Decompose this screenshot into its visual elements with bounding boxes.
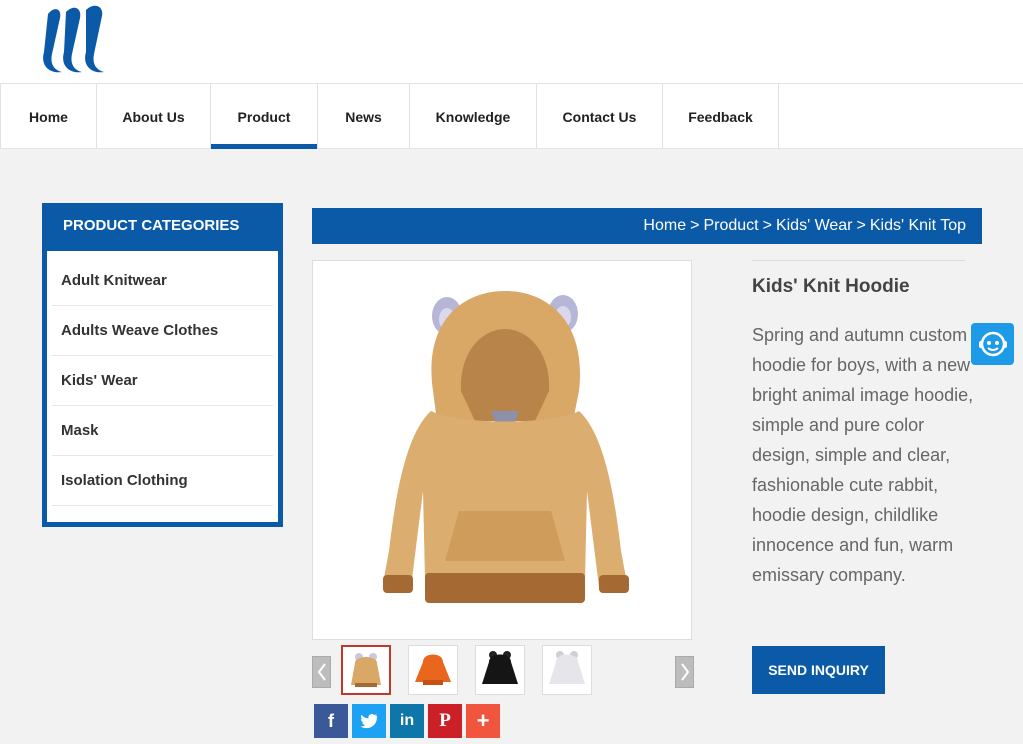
breadcrumb-product[interactable]: Product [703, 217, 758, 235]
nav-home[interactable]: Home [0, 84, 96, 149]
category-adults-weave-clothes[interactable]: Adults Weave Clothes [52, 306, 273, 356]
category-list: Adult Knitwear Adults Weave Clothes Kids… [52, 256, 273, 506]
nav-feedback[interactable]: Feedback [662, 84, 779, 149]
logo[interactable] [40, 4, 110, 76]
breadcrumb-separator: > [690, 217, 700, 234]
header [0, 0, 1023, 84]
linkedin-icon: in [399, 712, 415, 729]
send-inquiry-button[interactable]: SEND INQUIRY [752, 646, 885, 694]
breadcrumb-kids-wear[interactable]: Kids' Wear [776, 217, 853, 235]
category-isolation-clothing[interactable]: Isolation Clothing [52, 456, 273, 506]
chevron-left-icon [317, 663, 326, 681]
chevron-right-icon [680, 663, 689, 681]
share-linkedin-button[interactable]: in [390, 704, 424, 738]
product-description: Spring and autumn custom hoodie for boys… [752, 325, 974, 585]
pinterest-icon: P [439, 710, 451, 731]
breadcrumb-separator: > [856, 217, 866, 234]
share-twitter-button[interactable] [352, 704, 386, 738]
chat-support-icon [978, 331, 1007, 357]
share-facebook-button[interactable]: f [314, 704, 348, 738]
thumbnail-black[interactable] [475, 645, 525, 695]
breadcrumb: Home > Product > Kids' Wear > Kids' Knit… [312, 208, 982, 244]
breadcrumb-home[interactable]: Home [643, 217, 686, 235]
nav-knowledge[interactable]: Knowledge [409, 84, 536, 149]
category-adult-knitwear[interactable]: Adult Knitwear [52, 256, 273, 306]
nav-about-us[interactable]: About Us [96, 84, 210, 149]
nav-news[interactable]: News [317, 84, 409, 149]
product-categories-panel: PRODUCT CATEGORIES Adult Knitwear Adults… [42, 203, 283, 527]
plus-icon: + [476, 708, 490, 733]
categories-title: PRODUCT CATEGORIES [47, 208, 278, 251]
thumbnail-orange[interactable] [408, 645, 458, 695]
breadcrumb-current[interactable]: Kids' Knit Top [870, 217, 966, 235]
thumb-prev-arrow[interactable] [312, 656, 331, 688]
product-main-image[interactable] [312, 260, 692, 640]
breadcrumb-separator: > [762, 217, 772, 234]
chat-widget-button[interactable] [971, 323, 1014, 365]
facebook-icon: f [328, 710, 334, 731]
share-more-button[interactable]: + [466, 704, 500, 738]
main-nav: Home About Us Product News Knowledge Con… [0, 84, 1023, 149]
nav-product[interactable]: Product [210, 84, 317, 149]
twitter-icon [360, 713, 378, 729]
category-kids-wear[interactable]: Kids' Wear [52, 356, 273, 406]
thumbnail-tan[interactable] [341, 645, 391, 695]
thumbnail-white[interactable] [542, 645, 592, 695]
share-pinterest-button[interactable]: P [428, 704, 462, 738]
category-mask[interactable]: Mask [52, 406, 273, 456]
nav-contact-us[interactable]: Contact Us [536, 84, 662, 149]
product-title: Kids' Knit Hoodie [752, 276, 910, 297]
thumb-next-arrow[interactable] [675, 656, 694, 688]
divider [752, 260, 965, 261]
